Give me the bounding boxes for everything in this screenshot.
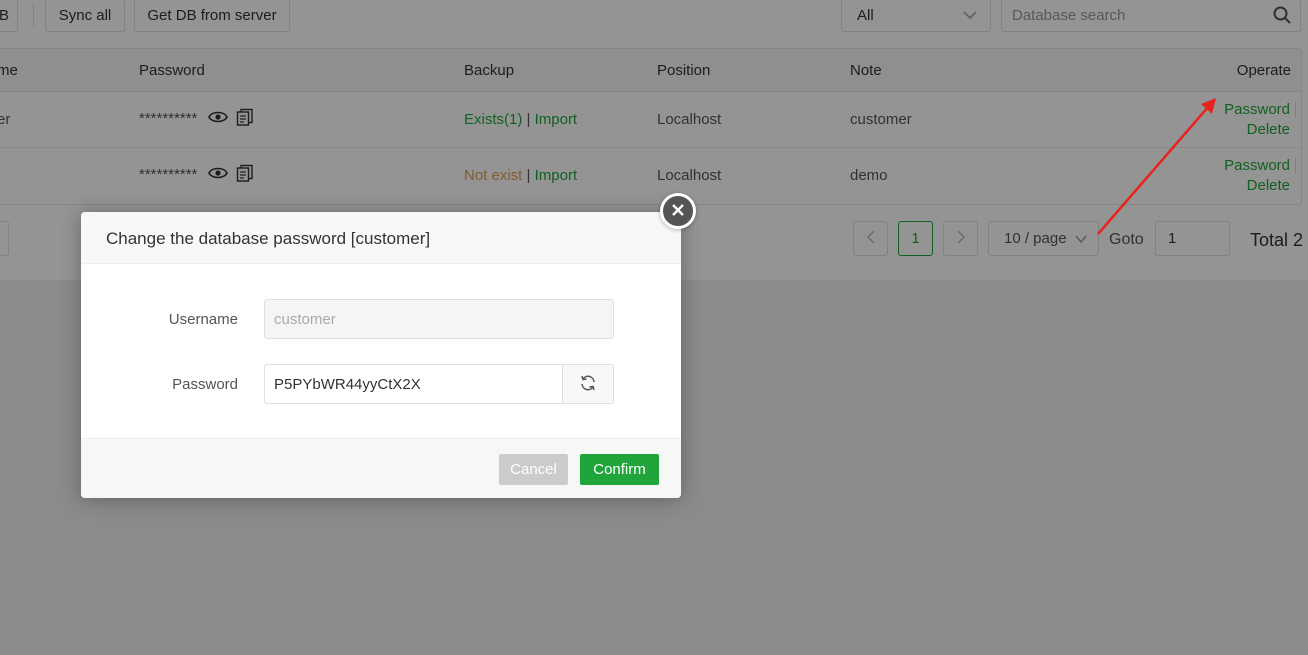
- refresh-icon: [579, 374, 597, 395]
- username-row: Username customer: [81, 299, 681, 339]
- change-password-dialog: Change the database password [customer] …: [81, 193, 696, 498]
- dialog-title: Change the database password [customer]: [106, 229, 431, 248]
- username-label: Username: [168, 311, 238, 328]
- confirm-button[interactable]: Confirm: [580, 454, 659, 485]
- password-field[interactable]: P5PYbWR44yyCtX2X: [264, 364, 562, 404]
- password-label: Password: [172, 376, 238, 393]
- close-dialog-button[interactable]: [660, 193, 696, 229]
- close-icon: [671, 203, 685, 220]
- cancel-button[interactable]: Cancel: [499, 454, 568, 485]
- generate-password-button[interactable]: [562, 364, 614, 404]
- dialog-header: Change the database password [customer]: [81, 212, 681, 264]
- dialog-footer: Cancel Confirm: [81, 438, 681, 498]
- password-row: Password P5PYbWR44yyCtX2X: [81, 364, 681, 404]
- username-field: customer: [264, 299, 614, 339]
